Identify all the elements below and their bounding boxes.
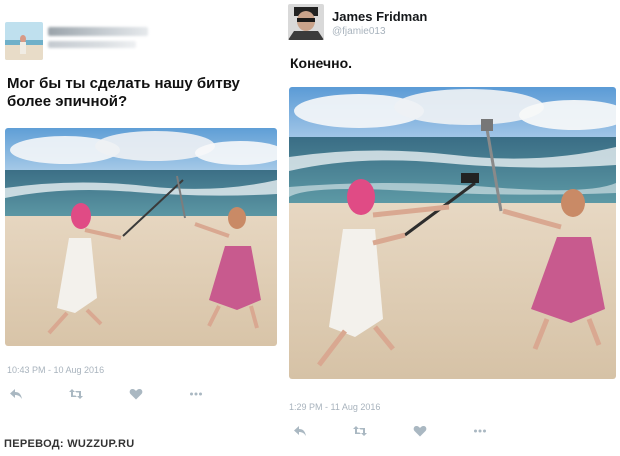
tweet-timestamp[interactable]: 10:43 PM - 10 Aug 2016 bbox=[7, 365, 104, 375]
tweet-text: Конечно. bbox=[290, 55, 353, 71]
display-name-redacted[interactable] bbox=[48, 27, 148, 36]
tweet-photo[interactable] bbox=[289, 87, 616, 379]
tweet-timestamp[interactable]: 1:29 PM - 11 Aug 2016 bbox=[289, 402, 380, 412]
avatar[interactable] bbox=[5, 22, 43, 60]
avatar[interactable] bbox=[288, 4, 324, 40]
reply-icon[interactable] bbox=[8, 387, 24, 401]
like-icon[interactable] bbox=[412, 424, 428, 438]
like-icon[interactable] bbox=[128, 387, 144, 401]
translation-credit: ПЕРЕВОД: WUZZUP.RU bbox=[4, 438, 135, 450]
more-icon[interactable] bbox=[472, 424, 488, 438]
reply-icon[interactable] bbox=[292, 424, 308, 438]
handle[interactable]: @fjamie013 bbox=[332, 26, 386, 37]
reply-tweet: James Fridman @fjamie013 Конечно. 1:29 P… bbox=[284, 0, 620, 440]
retweet-icon[interactable] bbox=[352, 424, 368, 438]
tweet-actions bbox=[8, 387, 248, 401]
original-tweet: Мог бы ты сделать нашу битву более эпичн… bbox=[0, 0, 282, 410]
more-icon[interactable] bbox=[188, 387, 204, 401]
tweet-text: Мог бы ты сделать нашу битву более эпичн… bbox=[7, 75, 240, 110]
tweet-actions bbox=[292, 424, 532, 438]
tweet-photo[interactable] bbox=[5, 128, 277, 346]
display-name[interactable]: James Fridman bbox=[332, 9, 427, 24]
handle-redacted bbox=[48, 41, 136, 48]
retweet-icon[interactable] bbox=[68, 387, 84, 401]
